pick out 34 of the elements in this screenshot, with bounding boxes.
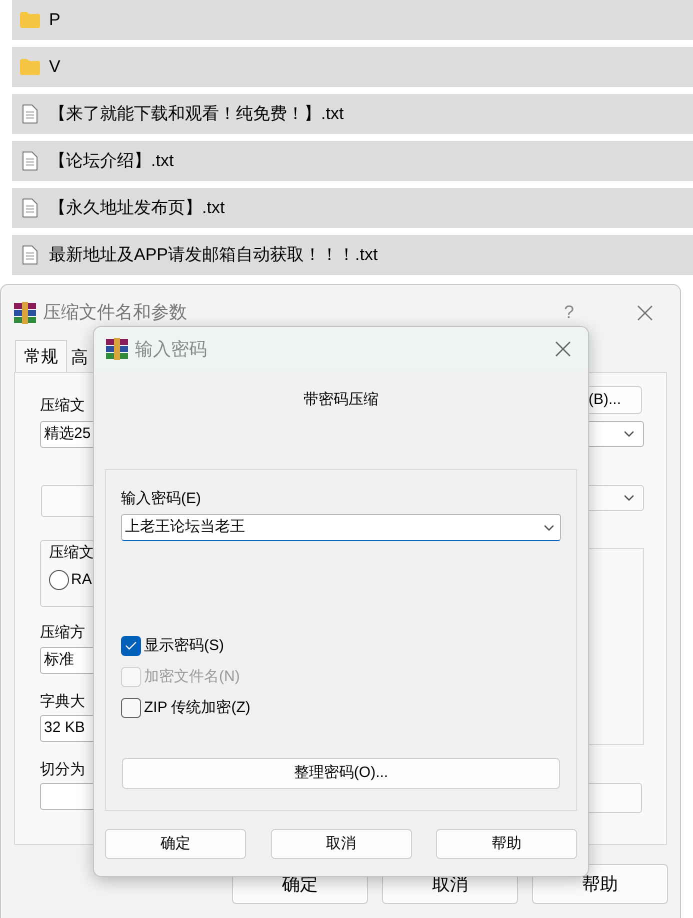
file-row[interactable]: 【论坛介绍】.txt bbox=[12, 141, 693, 181]
tab[interactable]: 常规 bbox=[15, 340, 67, 372]
field-label: 切分为 bbox=[40, 760, 86, 780]
organize-passwords-button[interactable]: 整理密码(O)... bbox=[122, 758, 560, 789]
file-row[interactable]: P bbox=[12, 0, 693, 40]
archive-icon bbox=[13, 302, 37, 324]
dialog-heading: 带密码压缩 bbox=[302, 390, 380, 410]
field-label: 字典大 bbox=[40, 692, 86, 712]
password-field[interactable]: 上老王论坛当老王 bbox=[121, 514, 561, 541]
folder-icon bbox=[19, 11, 41, 29]
dialog-button[interactable]: 确定 bbox=[105, 829, 246, 859]
file-row[interactable]: 【来了就能下载和观看！纯免费！】.txt bbox=[12, 94, 693, 134]
field-label: 输入密码(E) bbox=[121, 489, 202, 509]
file-row[interactable]: 【永久地址发布页】.txt bbox=[12, 188, 693, 228]
checkbox[interactable]: ZIP 传统加密(Z) bbox=[121, 698, 576, 718]
file-row[interactable]: 最新地址及APP请发邮箱自动获取！！！.txt bbox=[12, 235, 693, 275]
document-icon bbox=[22, 151, 38, 171]
document-icon bbox=[22, 104, 38, 124]
close-icon[interactable] bbox=[554, 340, 572, 358]
field-label: 压缩方 bbox=[40, 623, 86, 643]
window-title: 输入密码 bbox=[135, 338, 207, 360]
tab[interactable]: 高 bbox=[67, 344, 92, 372]
folder-icon bbox=[19, 58, 41, 76]
field-label: 压缩文 bbox=[40, 396, 86, 416]
document-icon bbox=[22, 245, 38, 265]
window-title: 压缩文件名和参数 bbox=[43, 301, 187, 324]
group-label: 压缩文 bbox=[49, 543, 95, 563]
dialog-button[interactable]: 取消 bbox=[270, 829, 412, 859]
dialog-button[interactable]: 帮助 bbox=[436, 829, 577, 859]
file-row[interactable]: V bbox=[12, 47, 693, 87]
radio-button[interactable]: RA bbox=[49, 569, 129, 592]
archive-icon bbox=[105, 338, 129, 360]
close-icon[interactable] bbox=[636, 304, 654, 322]
document-icon bbox=[22, 198, 38, 218]
